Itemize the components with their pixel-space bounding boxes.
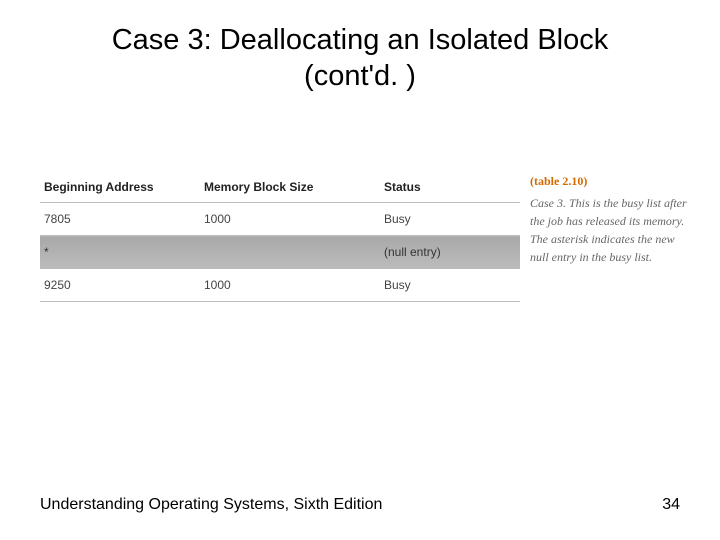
cell-status: Busy xyxy=(380,269,520,302)
footer-book-title: Understanding Operating Systems, Sixth E… xyxy=(40,496,382,514)
cell-size xyxy=(200,236,380,269)
slide: Case 3: Deallocating an Isolated Block (… xyxy=(0,0,720,540)
table-row-null: * (null entry) xyxy=(40,236,520,269)
footer-page-number: 34 xyxy=(662,496,680,514)
cell-status: (null entry) xyxy=(380,236,520,269)
title-line-2: (cont'd. ) xyxy=(304,60,416,92)
cell-address: * xyxy=(40,236,200,269)
table-header-row: Beginning Address Memory Block Size Stat… xyxy=(40,172,520,203)
cell-address: 7805 xyxy=(40,203,200,236)
busy-list-table: Beginning Address Memory Block Size Stat… xyxy=(40,172,520,302)
col-header-size: Memory Block Size xyxy=(200,172,380,203)
table-caption-text: Case 3. This is the busy list after the … xyxy=(530,196,687,264)
col-header-status: Status xyxy=(380,172,520,203)
table-row: 9250 1000 Busy xyxy=(40,269,520,302)
table-row: 7805 1000 Busy xyxy=(40,203,520,236)
cell-size: 1000 xyxy=(200,269,380,302)
table-label: (table 2.10) xyxy=(530,172,695,190)
cell-size: 1000 xyxy=(200,203,380,236)
col-header-address: Beginning Address xyxy=(40,172,200,203)
cell-status: Busy xyxy=(380,203,520,236)
title-line-1: Case 3: Deallocating an Isolated Block xyxy=(112,24,609,56)
slide-title: Case 3: Deallocating an Isolated Block (… xyxy=(0,22,720,95)
cell-address: 9250 xyxy=(40,269,200,302)
table-caption-sidebar: (table 2.10) Case 3. This is the busy li… xyxy=(530,172,695,266)
